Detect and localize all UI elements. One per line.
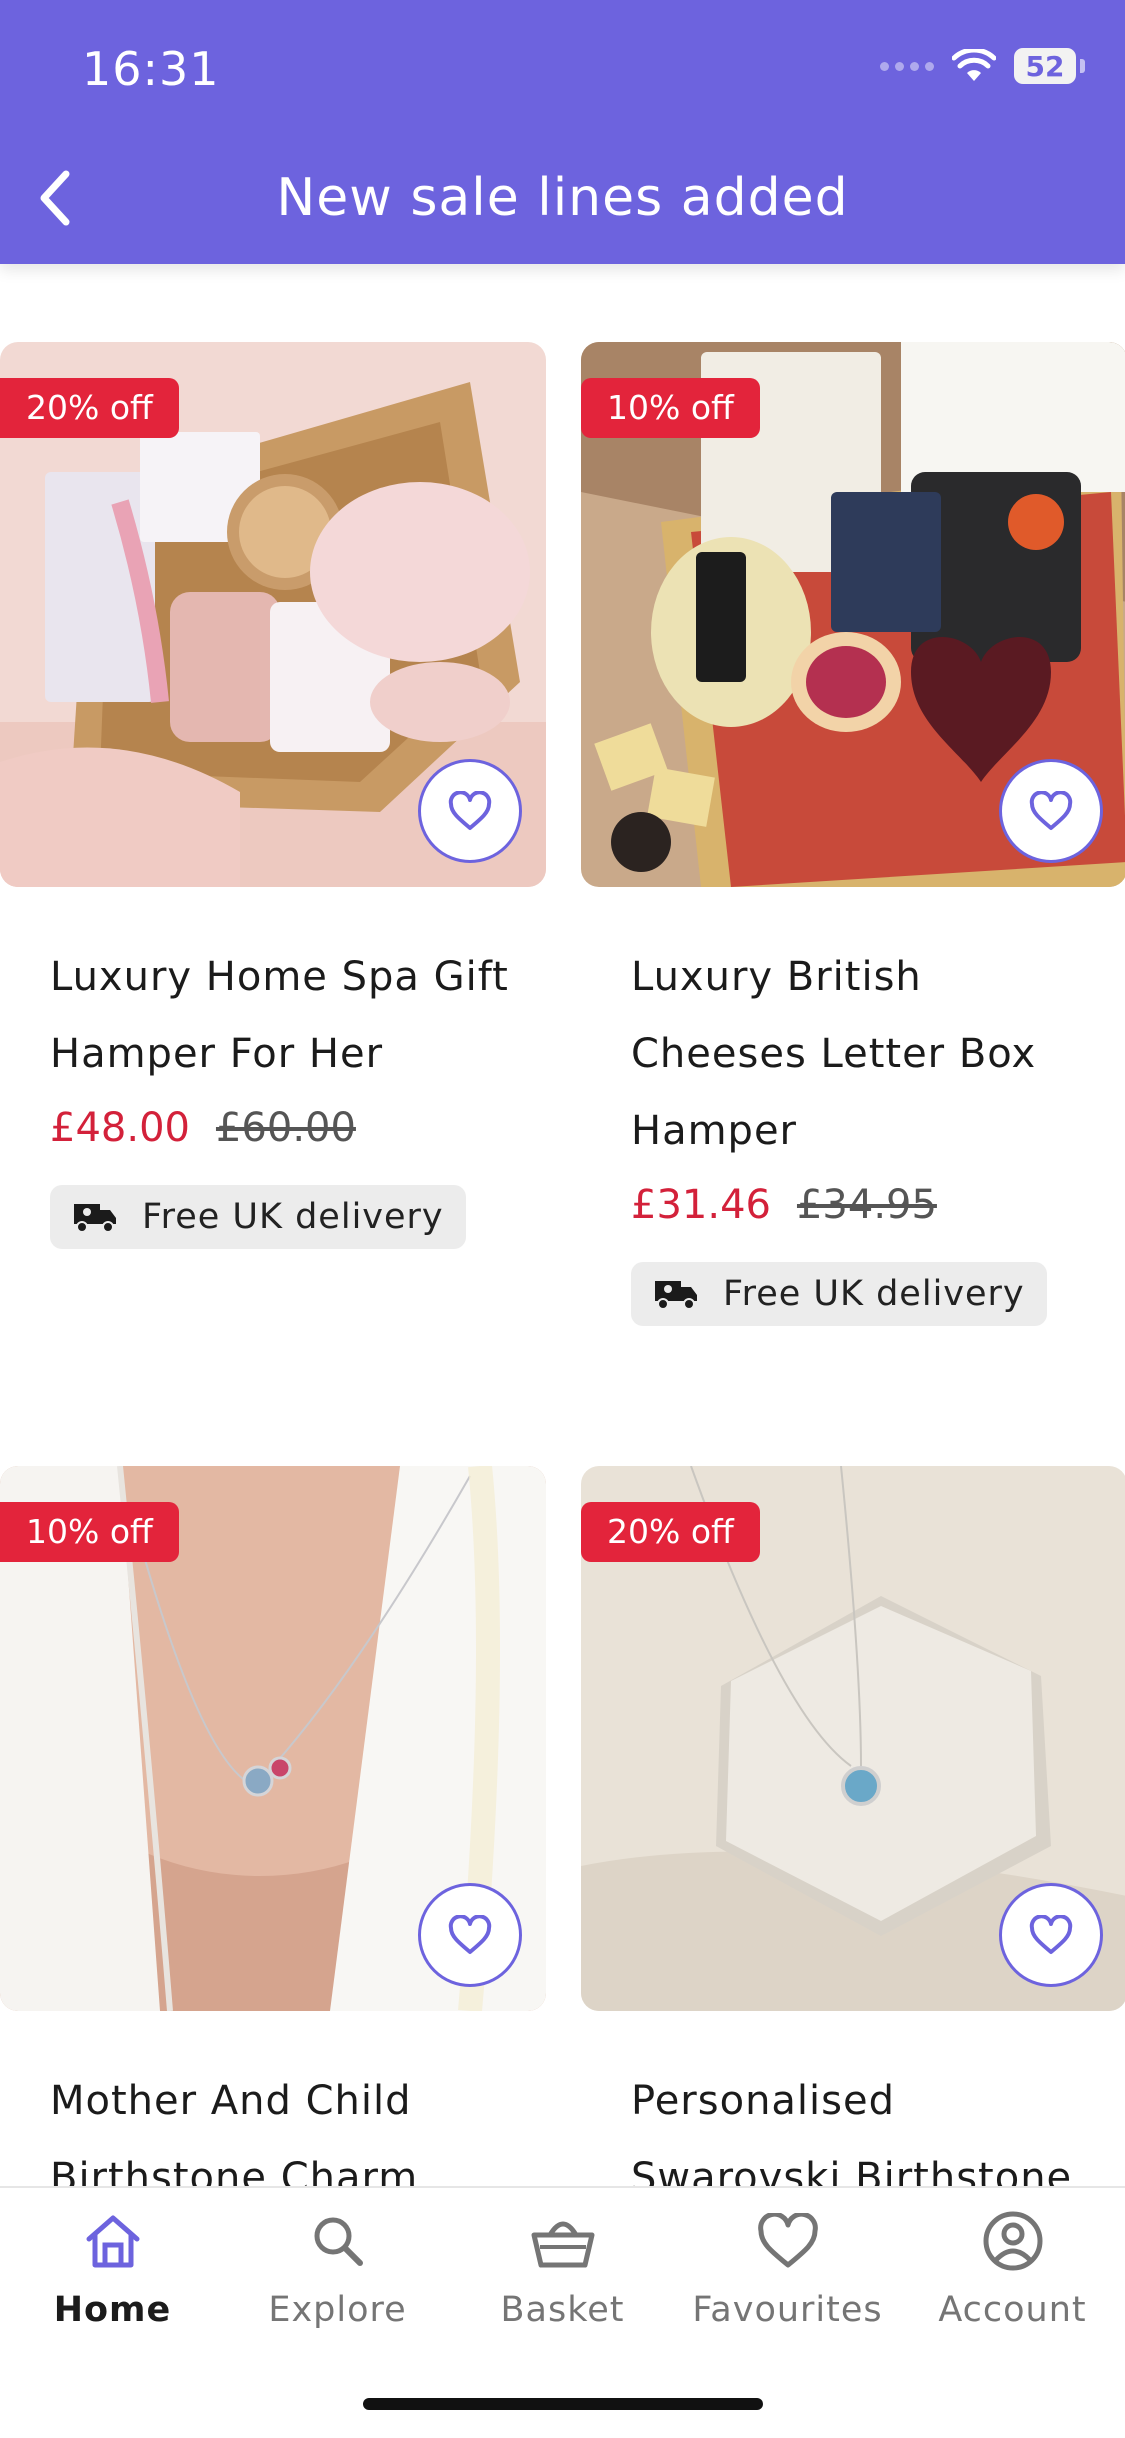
product-name[interactable]: Luxury Home Spa Gift Hamper For Her xyxy=(50,939,530,1093)
signal-icon xyxy=(880,61,934,71)
sale-price: £48.00 xyxy=(50,1105,190,1151)
home-indicator xyxy=(363,2398,763,2410)
original-price: £34.95 xyxy=(796,1182,937,1228)
delivery-label: Free UK delivery xyxy=(723,1274,1025,1314)
sale-price: £31.46 xyxy=(631,1182,771,1228)
heart-icon xyxy=(757,2213,818,2268)
tab-label: Favourites xyxy=(692,2290,883,2330)
product-card[interactable]: 10% off Luxury British Cheeses Letter Bo… xyxy=(581,342,1125,1326)
price-row: £48.00 £60.00 xyxy=(50,1093,546,1163)
product-image[interactable]: 10% off xyxy=(581,342,1125,887)
discount-badge: 20% off xyxy=(581,1502,760,1562)
delivery-truck-icon xyxy=(655,1281,697,1310)
tab-label: Home xyxy=(53,2290,172,2330)
delivery-label: Free UK delivery xyxy=(142,1197,444,1237)
account-icon xyxy=(983,2211,1042,2271)
heart-outline-icon xyxy=(448,1915,492,1954)
discount-badge: 20% off xyxy=(0,378,179,438)
delivery-truck-icon xyxy=(74,1204,116,1233)
product-card[interactable]: 10% off Mother And Child Birthstone Char… xyxy=(0,1466,546,2217)
product-card[interactable]: 20% off Luxury Home Spa Gift Hamper For … xyxy=(0,342,546,1249)
original-price: £60.00 xyxy=(215,1105,356,1151)
price-row: £31.46 £34.95 xyxy=(631,1170,1125,1240)
discount-badge: 10% off xyxy=(0,1502,179,1562)
product-card[interactable]: 20% off Personalised Swarovski Birthston… xyxy=(581,1466,1125,2217)
tab-favourites[interactable]: Favourites xyxy=(675,2206,900,2330)
home-icon xyxy=(86,2215,139,2268)
heart-outline-icon xyxy=(1029,791,1073,830)
heart-outline-icon xyxy=(1029,1915,1073,1954)
favourite-button[interactable] xyxy=(418,1883,522,1987)
tab-label: Explore xyxy=(268,2290,407,2330)
delivery-badge: Free UK delivery xyxy=(631,1262,1047,1326)
product-name[interactable]: Luxury British Cheeses Letter Box Hamper xyxy=(631,939,1111,1170)
product-image[interactable]: 20% off xyxy=(581,1466,1125,2011)
tab-account[interactable]: Account xyxy=(900,2206,1125,2330)
favourite-button[interactable] xyxy=(999,1883,1103,1987)
page-title: New sale lines added xyxy=(276,168,849,228)
product-image[interactable]: 20% off xyxy=(0,342,546,887)
tab-basket[interactable]: Basket xyxy=(450,2206,675,2330)
app-header: 16:31 52 New sale lines added xyxy=(0,0,1125,264)
favourite-button[interactable] xyxy=(999,759,1103,863)
heart-outline-icon xyxy=(448,791,492,830)
tab-label: Account xyxy=(938,2290,1087,2330)
battery-indicator: 52 xyxy=(1014,48,1076,84)
status-indicators: 52 xyxy=(880,48,1085,84)
basket-icon xyxy=(531,2221,594,2268)
battery-tip xyxy=(1080,59,1085,73)
delivery-badge: Free UK delivery xyxy=(50,1185,466,1249)
tab-home[interactable]: Home xyxy=(0,2206,225,2330)
product-image[interactable]: 10% off xyxy=(0,1466,546,2011)
search-icon xyxy=(314,2217,363,2266)
discount-badge: 10% off xyxy=(581,378,760,438)
tab-label: Basket xyxy=(500,2290,625,2330)
favourite-button[interactable] xyxy=(418,759,522,863)
status-time: 16:31 xyxy=(82,42,220,96)
wifi-icon xyxy=(952,49,996,81)
tab-explore[interactable]: Explore xyxy=(225,2206,450,2330)
